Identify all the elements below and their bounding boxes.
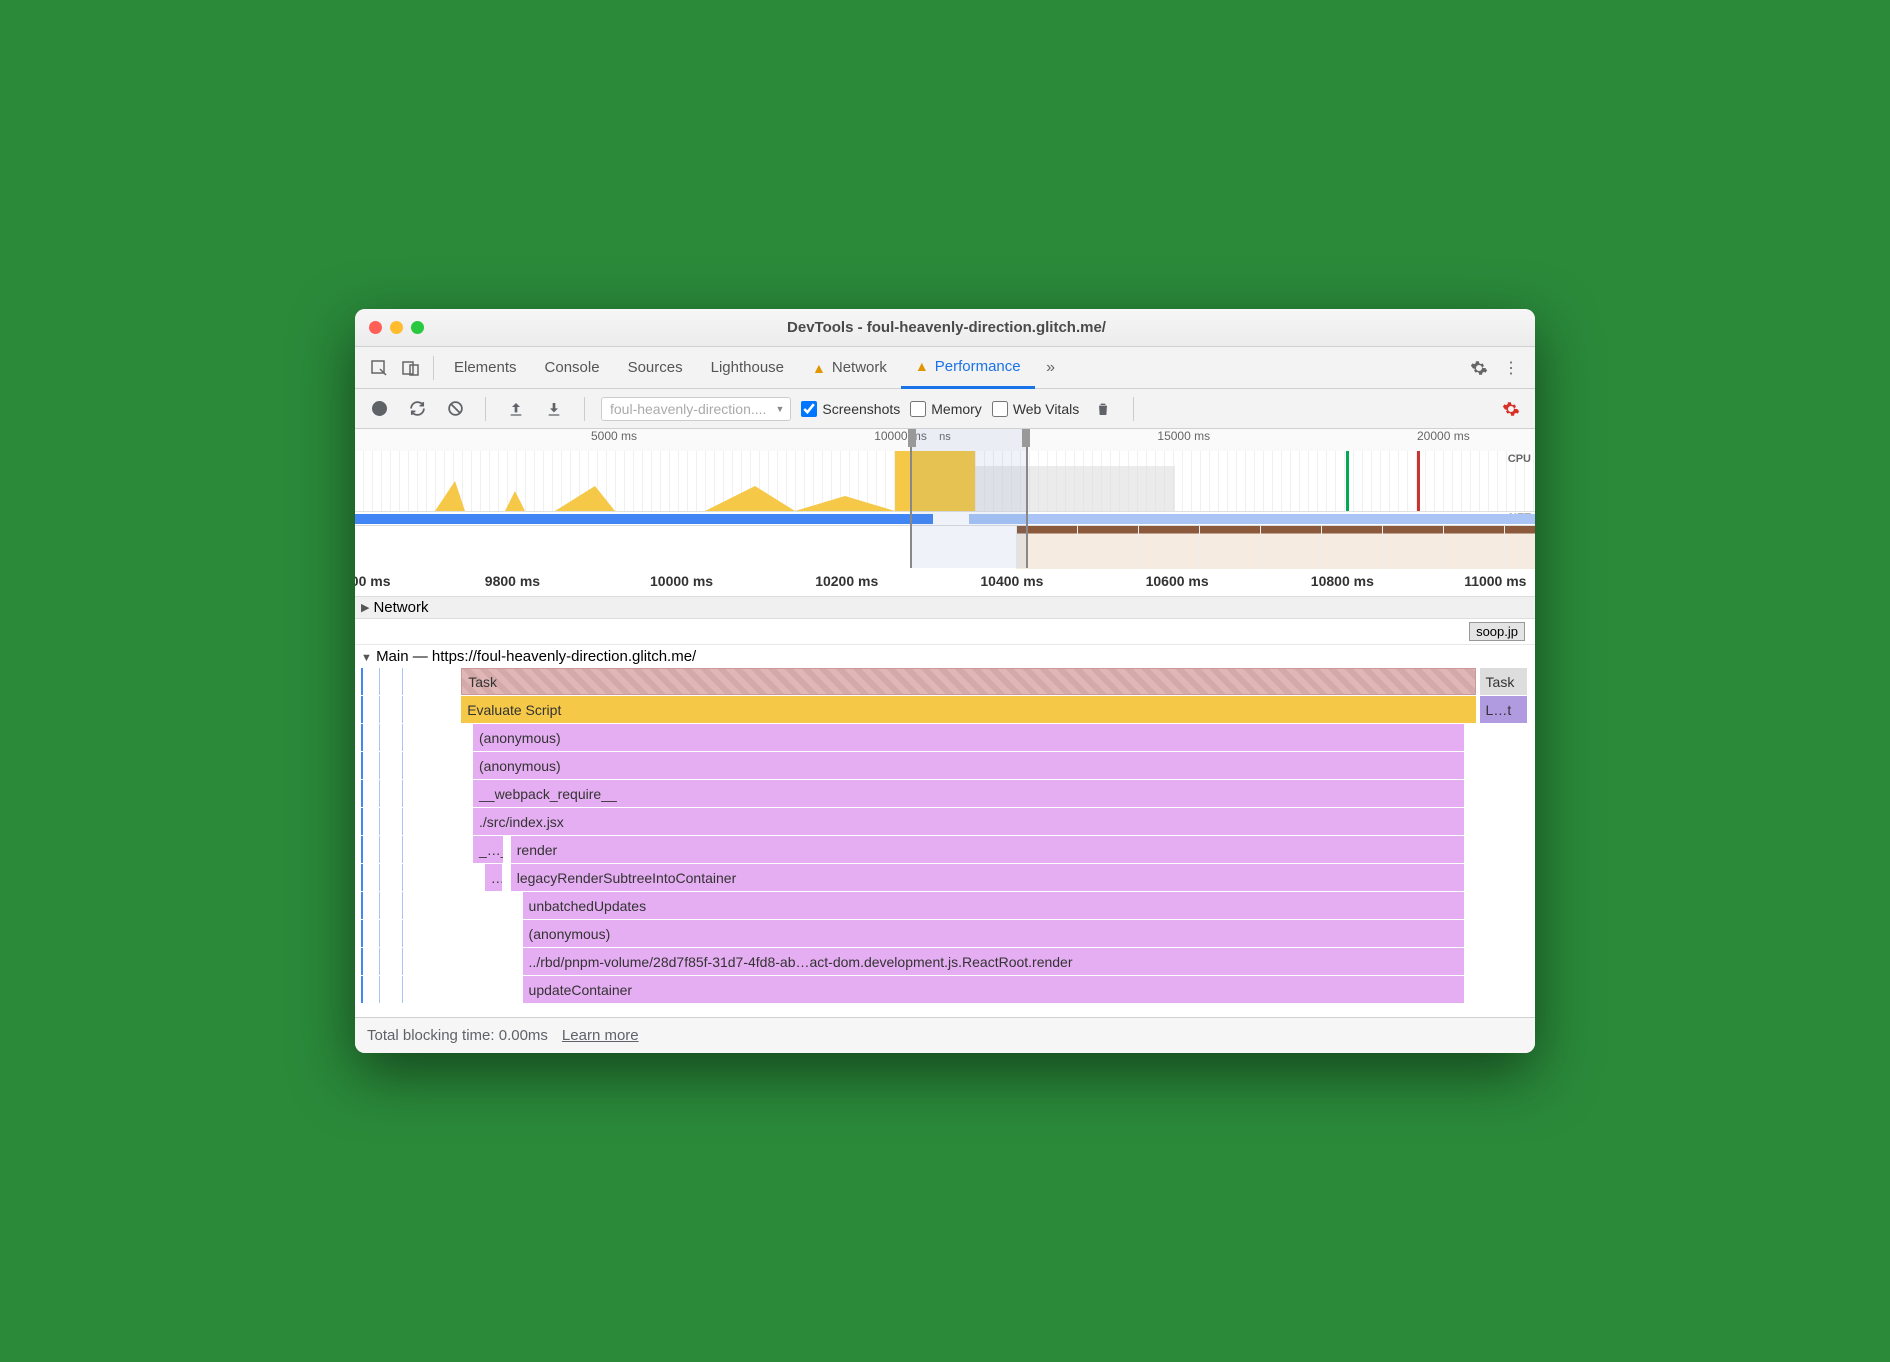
blocking-time-label: Total blocking time: 0.00ms	[367, 1027, 548, 1044]
footer: Total blocking time: 0.00ms Learn more	[355, 1017, 1535, 1053]
flame-bar[interactable]: (anonymous)	[523, 920, 1465, 947]
kebab-icon[interactable]: ⋮	[1495, 352, 1527, 384]
flame-bar[interactable]: ./src/index.jsx	[473, 808, 1464, 835]
flame-bar[interactable]: ….	[485, 864, 503, 891]
clear-button[interactable]	[441, 395, 469, 423]
flame-bar[interactable]: Task	[461, 668, 1476, 695]
tab-console[interactable]: Console	[531, 347, 614, 389]
tab-sources[interactable]: Sources	[614, 347, 697, 389]
upload-icon[interactable]	[502, 395, 530, 423]
delete-icon[interactable]	[1089, 395, 1117, 423]
memory-checkbox[interactable]: Memory	[910, 401, 982, 417]
warning-icon: ▲	[812, 360, 826, 376]
screenshots-checkbox[interactable]: Screenshots	[801, 401, 900, 417]
network-chip[interactable]: soop.jp	[1469, 622, 1525, 641]
warning-icon: ▲	[915, 358, 929, 374]
record-button[interactable]	[365, 395, 393, 423]
perf-toolbar: foul-heavenly-direction.... Screenshots …	[355, 389, 1535, 429]
collapse-icon[interactable]: ▼	[361, 652, 372, 664]
minimize-icon[interactable]	[390, 321, 403, 334]
learn-more-link[interactable]: Learn more	[562, 1027, 639, 1044]
flame-chart[interactable]: TaskTaskEvaluate ScriptL…t(anonymous)(an…	[355, 668, 1535, 1004]
selection-range[interactable]	[910, 429, 1028, 568]
devtools-window: DevTools - foul-heavenly-direction.glitc…	[355, 309, 1535, 1053]
detail-ruler[interactable]: 500 ms 9800 ms 10000 ms 10200 ms 10400 m…	[355, 569, 1535, 597]
flame-bar[interactable]: __webpack_require__	[473, 780, 1464, 807]
download-icon[interactable]	[540, 395, 568, 423]
flame-bar[interactable]: ../rbd/pnpm-volume/28d7f85f-31d7-4fd8-ab…	[523, 948, 1465, 975]
flame-bar[interactable]: Evaluate Script	[461, 696, 1476, 723]
macos-titlebar: DevTools - foul-heavenly-direction.glitc…	[355, 309, 1535, 347]
collapse-icon[interactable]: ▶	[361, 601, 369, 614]
flame-bar[interactable]: _…_	[473, 836, 503, 863]
webvitals-checkbox[interactable]: Web Vitals	[992, 401, 1079, 417]
tab-performance[interactable]: ▲Performance	[901, 347, 1035, 389]
flame-bar[interactable]: render	[511, 836, 1464, 863]
timeline-overview[interactable]: 5000 ms 10000 ms ns 15000 ms 20000 ms CP…	[355, 429, 1535, 569]
capture-settings-icon[interactable]	[1497, 395, 1525, 423]
inspect-icon[interactable]	[363, 352, 395, 384]
flame-bar[interactable]: Task	[1480, 668, 1527, 695]
panel-tabbar: Elements Console Sources Lighthouse ▲Net…	[355, 347, 1535, 389]
flame-bar[interactable]: (anonymous)	[473, 724, 1464, 751]
overflow-tabs-icon[interactable]: »	[1035, 352, 1067, 384]
flame-bar[interactable]: L…t	[1480, 696, 1527, 723]
profile-selector[interactable]: foul-heavenly-direction....	[601, 397, 791, 421]
tab-elements[interactable]: Elements	[440, 347, 531, 389]
tab-lighthouse[interactable]: Lighthouse	[697, 347, 798, 389]
gear-icon[interactable]	[1463, 352, 1495, 384]
flame-bar[interactable]: unbatchedUpdates	[523, 892, 1465, 919]
main-track-header[interactable]: ▼ Main — https://foul-heavenly-direction…	[355, 645, 1535, 668]
flame-bar[interactable]: (anonymous)	[473, 752, 1464, 779]
reload-record-button[interactable]	[403, 395, 431, 423]
device-toggle-icon[interactable]	[395, 352, 427, 384]
network-track-header[interactable]: ▶ Network	[355, 597, 1535, 619]
flame-bar[interactable]: legacyRenderSubtreeIntoContainer	[511, 864, 1464, 891]
flame-bar[interactable]: updateContainer	[523, 976, 1465, 1003]
tracks-area[interactable]: ▶ Network soop.jp ▼ Main — https://foul-…	[355, 597, 1535, 1017]
window-title: DevTools - foul-heavenly-direction.glitc…	[432, 319, 1461, 336]
close-icon[interactable]	[369, 321, 382, 334]
maximize-icon[interactable]	[411, 321, 424, 334]
tab-network[interactable]: ▲Network	[798, 347, 901, 389]
